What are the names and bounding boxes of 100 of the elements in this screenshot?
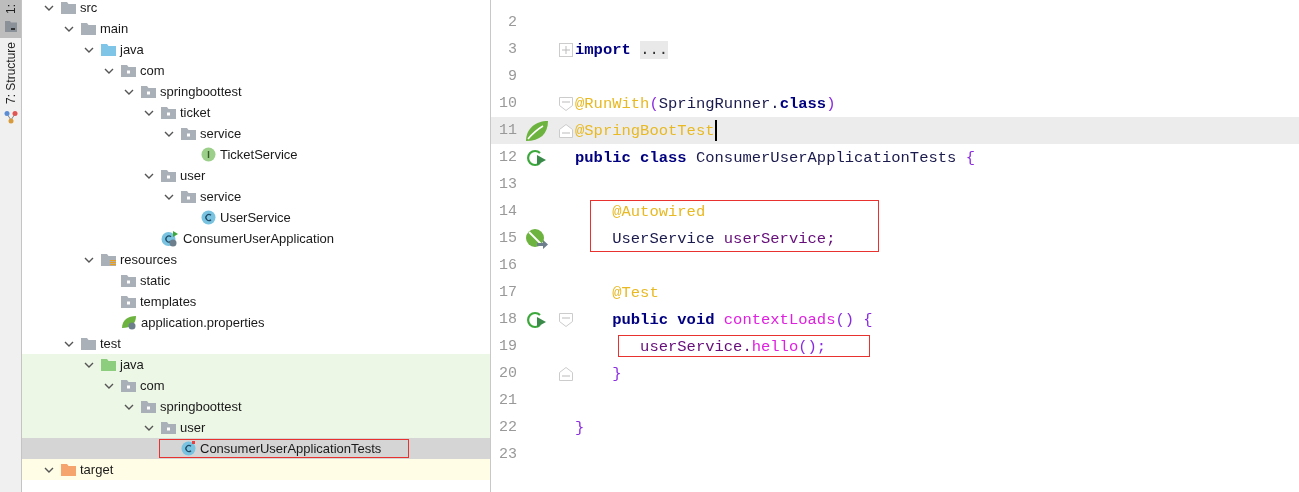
run-icon[interactable] [526, 147, 548, 168]
tree-item-label: UserService [220, 210, 291, 225]
class-icon [201, 210, 216, 225]
line-number: 14 [498, 203, 517, 220]
folder-icon [121, 379, 136, 392]
code-line: UserService userService; [612, 229, 836, 248]
class-icon [181, 441, 196, 456]
leaf-icon[interactable] [525, 119, 549, 142]
line-number: 23 [498, 446, 517, 463]
class-icon [161, 230, 179, 247]
folder-icon [101, 43, 116, 56]
folder-icon [141, 85, 156, 98]
folder-icon [161, 169, 176, 182]
tree-item[interactable]: resources [22, 249, 490, 270]
tree-item[interactable]: target [22, 459, 490, 480]
tree-item-label: user [180, 168, 206, 183]
code-line: @RunWith(SpringRunner.class) [575, 94, 836, 113]
line-number: 11 [498, 122, 517, 139]
line-number: 9 [507, 68, 517, 85]
tree-item-label: ConsumerUserApplication [183, 231, 334, 246]
tool-window-tab[interactable]: 1: [0, 0, 21, 38]
tree-item[interactable]: springboottest [22, 396, 490, 417]
tree-item-label: springboottest [160, 399, 242, 414]
folder-icon [101, 358, 116, 371]
tree-item[interactable]: static [22, 270, 490, 291]
tree-item-label: main [100, 21, 129, 36]
tree-item[interactable]: springboottest [22, 81, 490, 102]
code-line: } [575, 418, 585, 437]
line-number: 22 [498, 419, 517, 436]
tree-item[interactable]: src [22, 0, 490, 18]
leaf-arrow-icon[interactable] [525, 227, 549, 250]
folder-icon [101, 253, 116, 266]
code-line: } [612, 364, 622, 383]
tree-item-label: test [100, 336, 121, 351]
line-number: 12 [498, 149, 517, 166]
tree-item-label: java [120, 42, 144, 57]
run-icon[interactable] [526, 309, 548, 330]
line-number: 18 [498, 311, 517, 328]
tree-item[interactable]: ConsumerUserApplicationTests [22, 438, 490, 459]
code-line: public void contextLoads() { [612, 310, 873, 329]
tree-item[interactable]: com [22, 60, 490, 81]
tree-item-label: service [200, 189, 242, 204]
folder-icon [141, 400, 156, 413]
tree-item-label: target [80, 462, 114, 477]
leaf-icon [121, 315, 137, 330]
line-number: 3 [507, 41, 517, 58]
folder-icon [4, 20, 17, 32]
line-number: 19 [498, 338, 517, 355]
tree-item-label: java [120, 357, 144, 372]
tree-item[interactable]: java [22, 39, 490, 60]
code-line: @Autowired [612, 202, 706, 221]
tree-item-label: resources [120, 252, 178, 267]
tree-item[interactable]: user [22, 417, 490, 438]
code-line: public class ConsumerUserApplicationTests { [575, 148, 975, 167]
tree-item-label: src [80, 0, 98, 15]
tree-item[interactable]: UserService [22, 207, 490, 228]
tree-item[interactable]: application.properties [22, 312, 490, 333]
tree-item[interactable]: TicketService [22, 144, 490, 165]
folder-icon [81, 337, 96, 350]
tree-item[interactable]: main [22, 18, 490, 39]
tree-item-label: springboottest [160, 84, 242, 99]
structure-icon [3, 110, 18, 125]
line-number: 21 [498, 392, 517, 409]
tree-item-label: user [180, 420, 206, 435]
tree-item[interactable]: test [22, 333, 490, 354]
tree-item[interactable]: ticket [22, 102, 490, 123]
tool-window-tab[interactable]: 7: Structure [0, 38, 21, 131]
tree-item[interactable]: java [22, 354, 490, 375]
folder-icon [161, 106, 176, 119]
line-number: 10 [498, 95, 517, 112]
tree-item[interactable]: service [22, 123, 490, 144]
line-number: 17 [498, 284, 517, 301]
tree-item[interactable]: service [22, 186, 490, 207]
tree-item-label: static [140, 273, 171, 288]
tree-item[interactable]: user [22, 165, 490, 186]
line-number: 20 [498, 365, 517, 382]
folder-icon [61, 1, 76, 14]
tree-item-label: service [200, 126, 242, 141]
tree-item-label: com [140, 378, 165, 393]
folder-icon [181, 190, 196, 203]
line-number: 13 [498, 176, 517, 193]
line-number: 15 [498, 230, 517, 247]
folder-icon [121, 295, 136, 308]
tree-item-label: TicketService [220, 147, 298, 162]
tree-item-label: ticket [180, 105, 211, 120]
folder-icon [161, 421, 176, 434]
line-number: 2 [507, 14, 517, 31]
tree-item[interactable]: ConsumerUserApplication [22, 228, 490, 249]
code-line: import ... [575, 40, 669, 59]
tree-item[interactable]: templates [22, 291, 490, 312]
interface-icon [201, 147, 216, 162]
folder-icon [121, 64, 136, 77]
code-line: @SpringBootTest [575, 121, 715, 140]
tree-item-label: com [140, 63, 165, 78]
code-line: userService.hello(); [640, 337, 827, 356]
tree-item-label: application.properties [141, 315, 265, 330]
folder-icon [81, 22, 96, 35]
folder-icon [121, 274, 136, 287]
tree-item[interactable]: com [22, 375, 490, 396]
line-number: 16 [498, 257, 517, 274]
